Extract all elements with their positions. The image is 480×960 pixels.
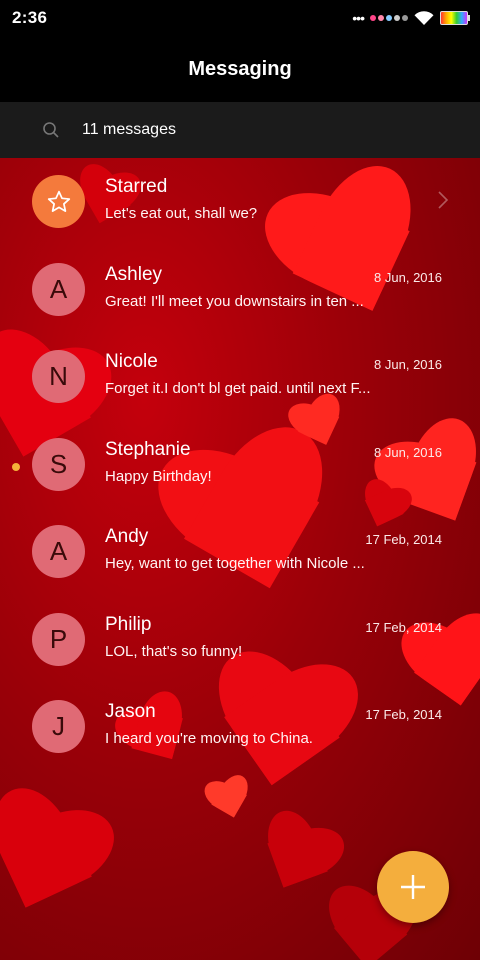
- conversation-andy[interactable]: A Andy 17 Feb, 2014 Hey, want to get tog…: [0, 508, 480, 596]
- avatar: A: [32, 262, 85, 316]
- page-title: Messaging: [188, 57, 292, 80]
- wifi-icon: [414, 10, 434, 25]
- message-date: 8 Jun, 2016: [374, 357, 442, 372]
- avatar: A: [32, 525, 85, 579]
- chevron-right-icon: [438, 191, 449, 209]
- conversation-starred[interactable]: Starred Let's eat out, shall we?: [0, 158, 480, 246]
- search-label: 11 messages: [82, 121, 176, 138]
- compose-button[interactable]: [377, 851, 449, 923]
- battery-icon: [440, 11, 470, 25]
- contact-name: Starred: [105, 176, 168, 197]
- avatar-initial: A: [49, 273, 68, 304]
- conversation-stephanie[interactable]: S Stephanie 8 Jun, 2016 Happy Birthday!: [0, 421, 480, 509]
- avatar: N: [32, 350, 85, 404]
- heart-decoration: [0, 778, 130, 957]
- message-date: 8 Jun, 2016: [374, 269, 442, 285]
- message-preview: Happy Birthday!: [105, 467, 212, 485]
- conversation-philip[interactable]: P Philip 17 Feb, 2014 LOL, that's so fun…: [0, 596, 480, 684]
- avatar: S: [32, 437, 85, 491]
- avatar-initial: A: [49, 536, 68, 567]
- message-preview: Hey, want to get together with Nicole ..…: [105, 555, 365, 572]
- status-icons: •••: [352, 10, 470, 26]
- star-icon: [47, 190, 70, 212]
- message-preview: Forget it.I don't bl get paid. until nex…: [105, 380, 371, 397]
- conversation-background: Starred Let's eat out, shall we? A Ashle…: [0, 158, 480, 960]
- message-preview: Let's eat out, shall we?: [105, 205, 258, 222]
- message-date: 17 Feb, 2014: [365, 619, 442, 635]
- message-date: 17 Feb, 2014: [365, 707, 442, 722]
- status-bar: 2:36 •••: [0, 0, 480, 36]
- contact-name: Andy: [105, 526, 149, 547]
- avatar-initial: J: [52, 711, 65, 742]
- contact-name: Stephanie: [105, 438, 191, 460]
- contact-name: Philip: [105, 613, 152, 635]
- contact-name: Nicole: [105, 351, 158, 372]
- avatar-initial: S: [49, 448, 68, 479]
- more-notifications-icon: •••: [352, 10, 365, 26]
- search-icon: [43, 122, 59, 138]
- status-time: 2:36: [12, 8, 48, 27]
- message-preview: I heard you're moving to China.: [105, 730, 313, 747]
- conversation-list: Starred Let's eat out, shall we? A Ashle…: [0, 158, 480, 771]
- message-date: 8 Jun, 2016: [374, 444, 442, 460]
- avatar: J: [32, 700, 85, 754]
- conversation-nicole[interactable]: N Nicole 8 Jun, 2016 Forget it.I don't b…: [0, 333, 480, 421]
- contact-name: Jason: [105, 701, 156, 722]
- notification-dots-icon: [370, 15, 408, 21]
- message-date: 17 Feb, 2014: [365, 532, 442, 547]
- conversation-jason[interactable]: J Jason 17 Feb, 2014 I heard you're movi…: [0, 683, 480, 771]
- plus-icon: [401, 875, 425, 899]
- contact-name: Ashley: [105, 263, 163, 285]
- message-preview: Great! I'll meet you downstairs in ten .…: [105, 292, 364, 310]
- avatar: P: [32, 612, 85, 666]
- conversation-ashley[interactable]: A Ashley 8 Jun, 2016 Great! I'll meet yo…: [0, 246, 480, 334]
- search-bar[interactable]: 11 messages: [0, 102, 480, 158]
- avatar-initial: P: [49, 623, 68, 654]
- avatar: [32, 175, 85, 229]
- avatar-initial: N: [49, 361, 68, 392]
- unread-indicator: [12, 462, 20, 471]
- app-bar: Messaging: [0, 36, 480, 102]
- message-preview: LOL, that's so funny!: [105, 642, 243, 660]
